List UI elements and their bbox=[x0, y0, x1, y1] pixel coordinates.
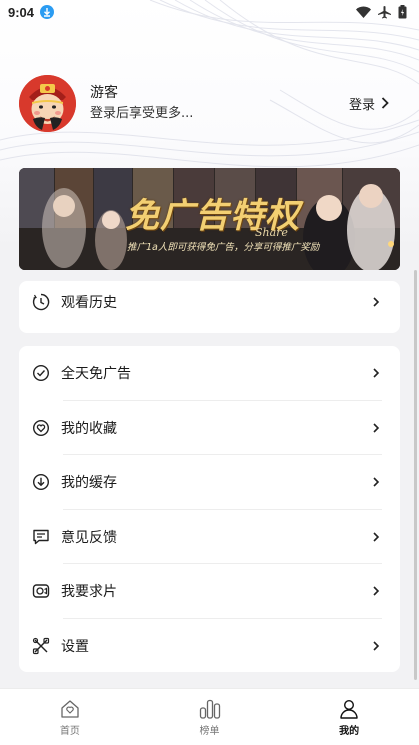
menu-label: 我的收藏 bbox=[61, 420, 117, 437]
clock-icon bbox=[32, 293, 50, 311]
video-request-icon bbox=[32, 584, 50, 598]
home-icon bbox=[61, 700, 79, 718]
chevron-right-icon bbox=[373, 641, 380, 651]
heart-icon bbox=[32, 419, 50, 436]
menu-label: 全天免广告 bbox=[61, 366, 131, 383]
download-icon bbox=[32, 474, 50, 491]
user-name: 游客 bbox=[90, 84, 118, 101]
status-bar: 9:04 bbox=[0, 0, 419, 24]
battery-icon bbox=[398, 5, 407, 19]
profile-header: 游客 登录后享受更多... 登录 bbox=[19, 74, 399, 132]
tab-label: 我的 bbox=[339, 726, 360, 737]
chevron-right-icon bbox=[373, 368, 380, 378]
chevron-right-icon bbox=[373, 532, 380, 542]
menu-item-feedback[interactable]: 意见反馈 bbox=[19, 510, 400, 564]
menu-item-request-video[interactable]: 我要求片 bbox=[19, 564, 400, 619]
login-label: 登录 bbox=[348, 97, 375, 113]
banner-subtitle: 推广1a人即可获得免广告，分享可得推广奖励 bbox=[127, 242, 320, 253]
chevron-right-icon bbox=[381, 97, 389, 109]
chevron-right-icon bbox=[373, 297, 380, 307]
user-subtitle: 登录后享受更多... bbox=[90, 105, 194, 121]
bottom-tab-bar: 首页 榜单 我的 bbox=[0, 688, 419, 745]
tools-icon bbox=[32, 637, 50, 654]
menu-label: 观看历史 bbox=[61, 295, 117, 311]
tab-ranking[interactable]: 榜单 bbox=[140, 689, 280, 745]
airplane-icon bbox=[378, 5, 391, 18]
chevron-right-icon bbox=[373, 586, 380, 596]
banner-script-text: Share bbox=[255, 226, 288, 239]
menu-item-ad-free[interactable]: 全天免广告 bbox=[19, 346, 400, 401]
check-badge-icon bbox=[32, 365, 50, 382]
tab-label: 首页 bbox=[59, 726, 80, 737]
chevron-right-icon bbox=[373, 477, 380, 487]
ad-free-banner[interactable]: 免广告特权 Share 推广1a人即可获得免广告，分享可得推广奖励 bbox=[19, 168, 400, 270]
tab-label: 榜单 bbox=[199, 726, 220, 737]
tab-home[interactable]: 首页 bbox=[0, 689, 140, 745]
profile-icon bbox=[340, 699, 358, 719]
ranking-icon bbox=[199, 699, 220, 719]
feedback-icon bbox=[33, 529, 49, 544]
menu-label: 设置 bbox=[61, 638, 89, 655]
status-time: 9:04 bbox=[8, 4, 35, 20]
menu-item-history[interactable]: 观看历史 bbox=[19, 281, 400, 323]
menu-label: 我要求片 bbox=[61, 584, 117, 601]
scrollbar[interactable] bbox=[414, 270, 417, 680]
history-card: 观看历史 bbox=[19, 281, 400, 333]
tab-profile[interactable]: 我的 bbox=[279, 689, 419, 745]
avatar[interactable] bbox=[19, 74, 76, 132]
menu-card: 全天免广告 我的收藏 我的缓存 意见反馈 我要求片 设置 bbox=[19, 346, 400, 672]
menu-label: 意见反馈 bbox=[61, 529, 117, 546]
download-notification-icon bbox=[40, 5, 55, 19]
login-button[interactable]: 登录 bbox=[349, 94, 399, 113]
menu-item-settings[interactable]: 设置 bbox=[19, 619, 400, 674]
chevron-right-icon bbox=[373, 423, 380, 433]
wifi-icon bbox=[356, 6, 371, 18]
menu-item-favorites[interactable]: 我的收藏 bbox=[19, 401, 400, 455]
menu-label: 我的缓存 bbox=[61, 475, 117, 492]
menu-item-downloads[interactable]: 我的缓存 bbox=[19, 455, 400, 510]
